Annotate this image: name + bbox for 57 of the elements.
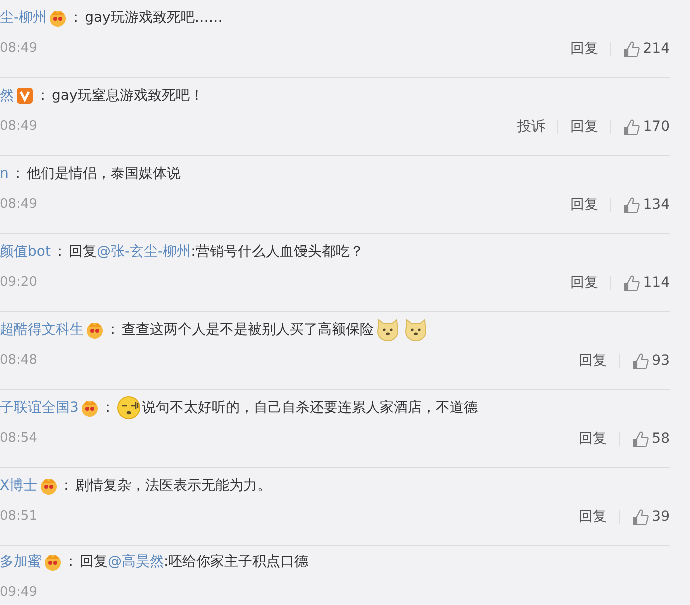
- like-button[interactable]: 114: [623, 272, 670, 294]
- timestamp: 08:49: [0, 196, 38, 214]
- like-count: 58: [652, 430, 670, 448]
- colon-text: ：: [60, 476, 74, 496]
- thumbs-up-icon: [632, 508, 650, 526]
- thumbs-up-icon: [623, 274, 640, 292]
- like-count: 214: [643, 40, 670, 58]
- action-link[interactable]: 回复: [579, 350, 608, 372]
- comment-text: gay玩游戏致死吧……: [85, 8, 223, 28]
- action-link[interactable]: 回复: [570, 116, 598, 138]
- action-link[interactable]: 回复: [570, 194, 598, 216]
- timestamp: 09:20: [0, 274, 38, 292]
- like-count: 170: [643, 118, 670, 136]
- comment-text: 回复@高昊然:呸给你家主子积点口德: [80, 552, 309, 572]
- colon-text: ：: [10, 164, 25, 184]
- like-button[interactable]: 39: [632, 506, 670, 528]
- action-link[interactable]: 回复: [570, 38, 598, 60]
- timestamp: 08:49: [0, 40, 38, 58]
- comment-text: 回复@张-玄尘-柳州:营销号什么人血馒头都吃？: [68, 242, 364, 262]
- timestamp: 08:49: [0, 118, 38, 136]
- colon-text: ：: [100, 398, 115, 418]
- username-link[interactable]: 尘-柳州: [0, 8, 48, 28]
- colon-text: ：: [52, 242, 67, 262]
- action-link[interactable]: 投诉: [517, 116, 546, 138]
- like-button[interactable]: 214: [623, 38, 670, 60]
- colon-text: ：: [69, 8, 84, 28]
- thumbs-up-icon: [623, 118, 640, 136]
- like-button[interactable]: 93: [632, 350, 670, 372]
- comment-text: 剧情复杂，法医表示无能为力。: [76, 476, 272, 496]
- colon-text: ：: [36, 86, 50, 106]
- like-count: 39: [652, 508, 670, 526]
- timestamp: 08:54: [0, 430, 38, 448]
- action-link[interactable]: 回复: [579, 428, 608, 450]
- comment-text: gay玩窒息游戏致死吧！: [52, 86, 204, 106]
- thumbs-up-icon: [623, 40, 640, 58]
- sleepy-face-icon: [116, 396, 141, 420]
- action-link[interactable]: 回复: [579, 506, 608, 528]
- like-count: 114: [643, 274, 670, 292]
- like-button[interactable]: 58: [632, 428, 670, 450]
- like-button[interactable]: 170: [623, 116, 670, 138]
- thumbs-up-icon: [632, 430, 650, 448]
- colon-text: ：: [64, 552, 78, 572]
- comment-text: 他们是情侣，泰国媒体说: [26, 164, 181, 184]
- like-button[interactable]: 134: [623, 194, 670, 216]
- dog-face-icon: [404, 318, 428, 342]
- action-link[interactable]: 回复: [570, 272, 598, 294]
- colon-text: ：: [106, 320, 120, 340]
- timestamp: 09:49: [0, 584, 38, 602]
- like-count: 93: [652, 352, 670, 370]
- comment-text: 查查这两个人是不是被别人买了高额保险: [122, 320, 374, 340]
- thumbs-up-icon: [632, 352, 650, 370]
- timestamp: 08:48: [0, 352, 38, 370]
- comment-text: 说句不太好听的，自己自杀还要连累人家酒店，不道德: [142, 398, 478, 418]
- like-count: 134: [643, 196, 670, 214]
- thumbs-up-icon: [623, 196, 640, 214]
- dog-face-icon: [376, 318, 400, 342]
- timestamp: 08:51: [0, 508, 38, 526]
